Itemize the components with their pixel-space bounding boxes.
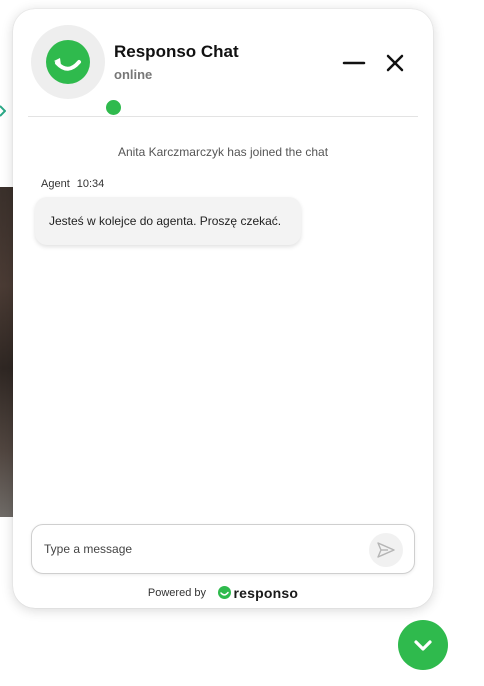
chat-header: Responso Chat online [13, 9, 433, 117]
chat-widget: Responso Chat online Anita Karczmarczyk … [13, 9, 433, 608]
message-meta: Agent 10:34 [41, 178, 104, 190]
minimize-button[interactable] [341, 50, 367, 76]
avatar [31, 25, 123, 117]
online-status-dot [104, 98, 123, 117]
message-composer [31, 524, 415, 574]
powered-by-label: Powered by [147, 587, 206, 599]
close-button[interactable] [382, 50, 408, 76]
chat-toggle-button[interactable] [398, 620, 448, 670]
powered-by: Powered by responso [13, 584, 433, 602]
message-time: 10:34 [76, 178, 105, 190]
close-icon [386, 54, 404, 72]
send-icon [377, 542, 395, 558]
minimize-icon [342, 61, 366, 65]
message-sender: Agent [41, 178, 70, 190]
chat-title: Responso Chat [114, 42, 239, 61]
send-button[interactable] [369, 533, 403, 567]
responso-logo-icon [46, 40, 90, 84]
system-message: Anita Karczmarczyk has joined the chat [117, 145, 329, 159]
message-input[interactable] [44, 539, 344, 559]
responso-brand-icon [218, 586, 232, 600]
brand-name: responso [233, 584, 299, 601]
chevron-down-icon [414, 640, 432, 651]
header-divider [28, 116, 418, 117]
background-image-fragment [0, 187, 13, 517]
agent-message-bubble: Jesteś w kolejce do agenta. Proszę czeka… [35, 197, 301, 245]
background-arrow-icon [0, 105, 6, 117]
brand-link[interactable]: responso [218, 584, 298, 602]
chat-status: online [114, 67, 153, 82]
